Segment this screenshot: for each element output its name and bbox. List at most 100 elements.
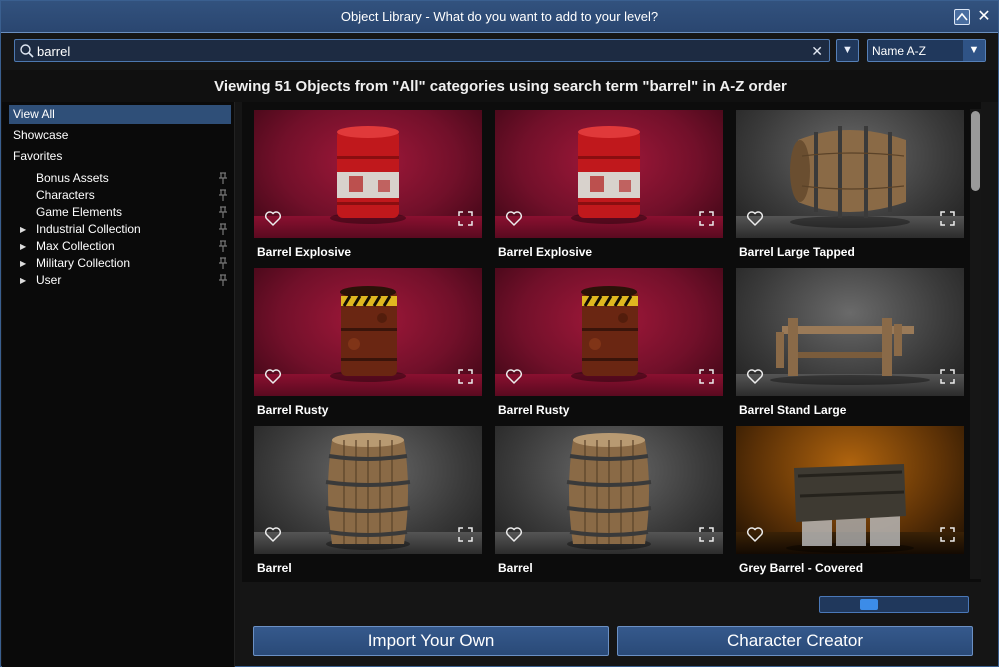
expand-icon[interactable]	[940, 527, 955, 542]
sidebar-item-favorites[interactable]: Favorites	[9, 147, 231, 166]
expand-icon[interactable]	[940, 211, 955, 226]
chevron-down-icon[interactable]: ▼	[963, 40, 985, 61]
object-thumbnail[interactable]	[495, 110, 723, 238]
sidebar-item-game-elements[interactable]: Game Elements	[14, 204, 230, 221]
expand-icon[interactable]	[699, 211, 714, 226]
object-label: Barrel Large Tapped	[739, 245, 855, 259]
object-card[interactable]: Barrel	[254, 426, 482, 576]
sidebar-item-bonus-assets[interactable]: Bonus Assets	[14, 170, 230, 187]
sort-order-value: Name A-Z	[872, 44, 927, 58]
expand-icon[interactable]	[940, 369, 955, 384]
object-card[interactable]: Barrel	[495, 426, 723, 576]
object-card[interactable]: Barrel Rusty	[495, 268, 723, 418]
search-filter-dropdown-button[interactable]: ▼	[836, 39, 859, 62]
pin-icon[interactable]	[218, 172, 228, 185]
object-card[interactable]: Barrel Rusty	[254, 268, 482, 418]
sidebar-item-industrial-collection[interactable]: ▶ Industrial Collection	[14, 221, 230, 238]
search-input[interactable]	[37, 42, 797, 60]
sidebar-item-max-collection[interactable]: ▶ Max Collection	[14, 238, 230, 255]
sidebar-item-showcase[interactable]: Showcase	[9, 126, 231, 145]
object-thumbnail[interactable]	[254, 268, 482, 396]
object-thumbnail[interactable]	[495, 426, 723, 554]
search-icon	[20, 44, 34, 58]
red-barrel-model-image	[571, 126, 647, 224]
object-library-window: Object Library - What do you want to add…	[0, 0, 999, 667]
rusty-barrel-model-image	[571, 286, 647, 382]
expand-arrow-icon[interactable]: ▶	[20, 238, 26, 255]
expand-arrow-icon[interactable]: ▶	[20, 255, 26, 272]
object-card[interactable]: Barrel Stand Large	[736, 268, 964, 418]
object-label: Barrel Rusty	[257, 403, 329, 417]
title-bar[interactable]: Object Library - What do you want to add…	[1, 1, 998, 33]
results-summary: Viewing 51 Objects from "All" categories…	[214, 78, 787, 95]
rusty-barrel-model-image	[330, 286, 406, 382]
sidebar-item-view-all[interactable]: View All	[9, 105, 231, 124]
red-barrel-model-image	[330, 126, 406, 224]
object-label: Barrel Stand Large	[739, 403, 847, 417]
sidebar-item-military-collection[interactable]: ▶ Military Collection	[14, 255, 230, 272]
object-thumbnail[interactable]	[736, 426, 964, 554]
sidebar-item-label: Characters	[36, 188, 95, 202]
object-label: Barrel Explosive	[498, 245, 593, 259]
wood-barrel-side-model-image	[790, 126, 910, 228]
clear-search-icon[interactable]: ✕	[811, 43, 823, 59]
object-label: Barrel	[498, 561, 533, 575]
object-thumbnail[interactable]	[254, 426, 482, 554]
sidebar-item-user[interactable]: ▶ User	[14, 272, 230, 289]
object-label: Barrel	[257, 561, 292, 575]
pin-icon[interactable]	[218, 206, 228, 219]
object-card[interactable]: Barrel Large Tapped	[736, 110, 964, 260]
heart-icon[interactable]	[505, 210, 523, 227]
sidebar-item-label: Max Collection	[36, 239, 115, 253]
scrollbar-thumb[interactable]	[971, 111, 980, 191]
expand-icon[interactable]	[699, 369, 714, 384]
pin-icon[interactable]	[218, 223, 228, 236]
expand-icon[interactable]	[458, 211, 473, 226]
expand-arrow-icon[interactable]: ▶	[20, 221, 26, 238]
object-thumbnail[interactable]	[495, 268, 723, 396]
sidebar-item-label: User	[36, 273, 62, 287]
sidebar-item-label: Bonus Assets	[36, 171, 109, 185]
object-label: Barrel Rusty	[498, 403, 570, 417]
pin-icon[interactable]	[218, 274, 228, 287]
heart-icon[interactable]	[264, 210, 282, 227]
sidebar-item-label: Industrial Collection	[36, 222, 141, 236]
category-sidebar: View All Showcase Favorites Bonus Assets…	[2, 102, 235, 667]
grid-scrollbar[interactable]	[970, 109, 981, 579]
page-slider-handle[interactable]	[860, 599, 879, 610]
import-your-own-button[interactable]: Import Your Own	[253, 626, 609, 656]
character-creator-button[interactable]: Character Creator	[617, 626, 973, 656]
heart-icon[interactable]	[264, 368, 282, 385]
wood-barrel-model-image	[325, 433, 411, 550]
heart-icon[interactable]	[746, 210, 764, 227]
sort-order-select[interactable]: Name A-Z ▼	[867, 39, 986, 62]
object-card[interactable]: Grey Barrel - Covered	[736, 426, 964, 576]
object-thumbnail[interactable]	[736, 110, 964, 238]
page-slider[interactable]	[819, 596, 969, 613]
pin-icon[interactable]	[218, 189, 228, 202]
heart-icon[interactable]	[505, 526, 523, 543]
object-card[interactable]: Barrel Explosive	[495, 110, 723, 260]
barrel-stand-model-image	[770, 318, 930, 385]
heart-icon[interactable]	[505, 368, 523, 385]
covered-barrels-model-image	[786, 464, 914, 553]
search-bar: ✕	[14, 39, 830, 62]
heart-icon[interactable]	[746, 368, 764, 385]
expand-arrow-icon[interactable]: ▶	[20, 272, 26, 289]
sidebar-item-characters[interactable]: Characters	[14, 187, 230, 204]
object-thumbnail[interactable]	[736, 268, 964, 396]
expand-icon[interactable]	[699, 527, 714, 542]
sidebar-item-label: Game Elements	[36, 205, 123, 219]
close-icon[interactable]: ✕	[976, 9, 992, 25]
pin-icon[interactable]	[218, 240, 228, 253]
collapse-icon[interactable]	[954, 9, 970, 25]
window-title: Object Library - What do you want to add…	[340, 9, 659, 24]
expand-icon[interactable]	[458, 527, 473, 542]
object-grid: Barrel Explosive Barrel Explosive Barrel L…	[242, 102, 981, 582]
heart-icon[interactable]	[264, 526, 282, 543]
heart-icon[interactable]	[746, 526, 764, 543]
object-card[interactable]: Barrel Explosive	[254, 110, 482, 260]
object-thumbnail[interactable]	[254, 110, 482, 238]
expand-icon[interactable]	[458, 369, 473, 384]
pin-icon[interactable]	[218, 257, 228, 270]
